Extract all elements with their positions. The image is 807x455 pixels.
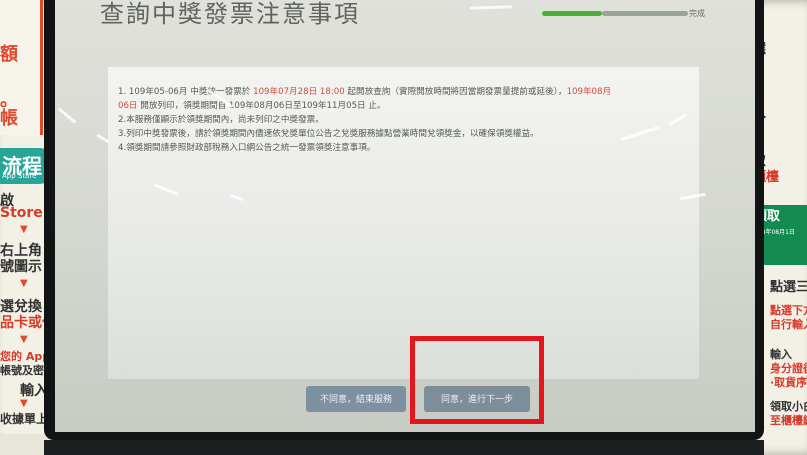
down-arrow-icon: ▼ [20,278,28,289]
notice-highlight-date: 109年08月 [566,87,612,97]
page-title: 查詢中獎發票注意事項 [100,0,360,28]
notice-text: 1. 109年05-06月 中獎統一發票於 109年07月28日 18:00 起… [118,85,693,155]
down-arrow-icon: ▼ [20,224,28,235]
right-poster-step: 至櫃檯繳款開票 [770,414,807,427]
progress-label: 完成 [689,9,705,18]
notice-highlight-date: 06日 [118,101,138,111]
notice-highlight-date: 109年07月28日 18:00 [253,87,345,97]
progress-bar [542,10,688,18]
progress-fill [542,11,602,16]
notice-item-1-cont: 06日 開放列印，領獎期間自 109年08月06日至109年11月05日 止。 [118,99,693,113]
notice-item-2: 2.本服務僅顯示於領獎期間內，尚未列印之中獎發票。 [118,115,324,125]
right-poster-step: 自行輸入序號 [770,318,807,331]
notice-text-segment: 開放列印，領獎期間自 109年08月06日至109年11月05日 止。 [137,101,386,111]
notice-item-4: 4.領獎期間請參照財政部稅務入口網公告之統一發票領獎注意事項。 [118,143,376,153]
left-poster-char: 帳 [0,108,18,129]
left-poster-step: Store [0,205,43,221]
down-arrow-icon: ▼ [20,334,28,345]
kiosk-base [44,440,764,455]
progress-remaining [602,11,688,16]
right-poster-step: ·取貨序號 [770,376,807,389]
highlight-annotation-box [410,336,544,424]
flow-subtitle: App Store [2,172,37,180]
notice-text-segment: 1. 109年05-06月 中獎統一發票於 [118,87,254,97]
notice-text-segment: 起開放查詢（實際開放時間將因當期發票量提前或延後）， [344,87,567,97]
notice-item-1: 1. 109年05-06月 中獎統一發票於 109年07月28日 18:00 起… [118,85,693,99]
notice-item-3: 3.列印中獎發票後，請於領獎期間內儘速依兌獎單位公告之兌獎服務據點營業時間兌領獎… [118,129,539,139]
left-poster-top-panel: 額 。 帳 [0,0,43,135]
left-poster-step: 號圖示 [0,259,42,275]
disagree-end-service-button[interactable]: 不同意，結束服務 [306,386,406,412]
right-poster-step: 點選三 [770,280,807,295]
left-poster-char: 額 [0,44,18,65]
down-arrow-icon: ▼ [20,398,28,409]
